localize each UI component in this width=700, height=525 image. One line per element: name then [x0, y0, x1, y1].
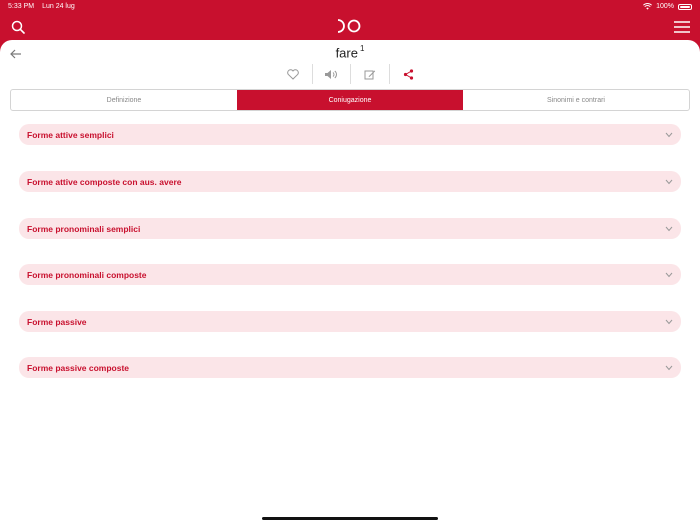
top-bar — [0, 13, 700, 40]
chevron-down-icon — [665, 272, 673, 277]
section-label: Forme attive composte con aus. avere — [27, 176, 182, 187]
share-icon — [404, 68, 414, 80]
entry-title: fare 1 — [0, 44, 700, 61]
chevron-down-icon — [665, 365, 673, 370]
section-label: Forme passive — [27, 316, 87, 327]
status-time: 5:33 PM — [8, 3, 35, 10]
entry-sense-number: 1 — [359, 44, 365, 53]
section-forme-attive-semplici[interactable]: Forme attive semplici — [19, 124, 681, 145]
section-forme-passive-composte[interactable]: Forme passive composte — [19, 357, 681, 378]
section-label: Forme pronominali semplici — [27, 223, 141, 234]
speaker-icon — [325, 69, 338, 79]
battery-percent: 100% — [656, 3, 674, 10]
content-sheet: fare 1 Definizione Coniugazione Sinonimi… — [0, 40, 700, 525]
tab-sinonimi-e-contrari[interactable]: Sinonimi e contrari — [463, 90, 689, 110]
tab-definizione[interactable]: Definizione — [11, 90, 237, 110]
tab-bar: Definizione Coniugazione Sinonimi e cont… — [10, 89, 690, 111]
section-forme-pronominali-semplici[interactable]: Forme pronominali semplici — [19, 218, 681, 239]
note-button[interactable] — [351, 64, 390, 84]
battery-icon — [678, 3, 692, 10]
section-forme-passive[interactable]: Forme passive — [19, 311, 681, 332]
audio-button[interactable] — [313, 64, 351, 84]
logo-icon — [337, 19, 361, 33]
status-bar: 5:33 PM Lun 24 lug 100% — [0, 0, 700, 13]
home-indicator[interactable] — [262, 517, 438, 520]
hamburger-menu-icon[interactable] — [672, 17, 692, 37]
search-icon[interactable] — [8, 17, 28, 37]
wifi-icon — [643, 3, 653, 10]
section-label: Forme passive composte — [27, 362, 130, 373]
chevron-down-icon — [665, 319, 673, 324]
status-date: Lun 24 lug — [42, 3, 75, 10]
section-label: Forme pronominali composte — [27, 269, 147, 280]
chevron-down-icon — [665, 226, 673, 231]
share-button[interactable] — [390, 64, 429, 84]
edit-note-icon — [364, 70, 375, 79]
section-forme-pronominali-composte[interactable]: Forme pronominali composte — [19, 264, 681, 285]
entry-word: fare — [335, 45, 358, 61]
entry-actions — [274, 64, 428, 84]
chevron-down-icon — [665, 179, 673, 184]
favorite-button[interactable] — [274, 64, 313, 84]
section-forme-attive-composte[interactable]: Forme attive composte con aus. avere — [19, 171, 681, 192]
section-label: Forme attive semplici — [27, 129, 114, 140]
chevron-down-icon — [665, 132, 673, 137]
heart-icon — [286, 68, 299, 80]
tab-coniugazione[interactable]: Coniugazione — [237, 90, 463, 110]
